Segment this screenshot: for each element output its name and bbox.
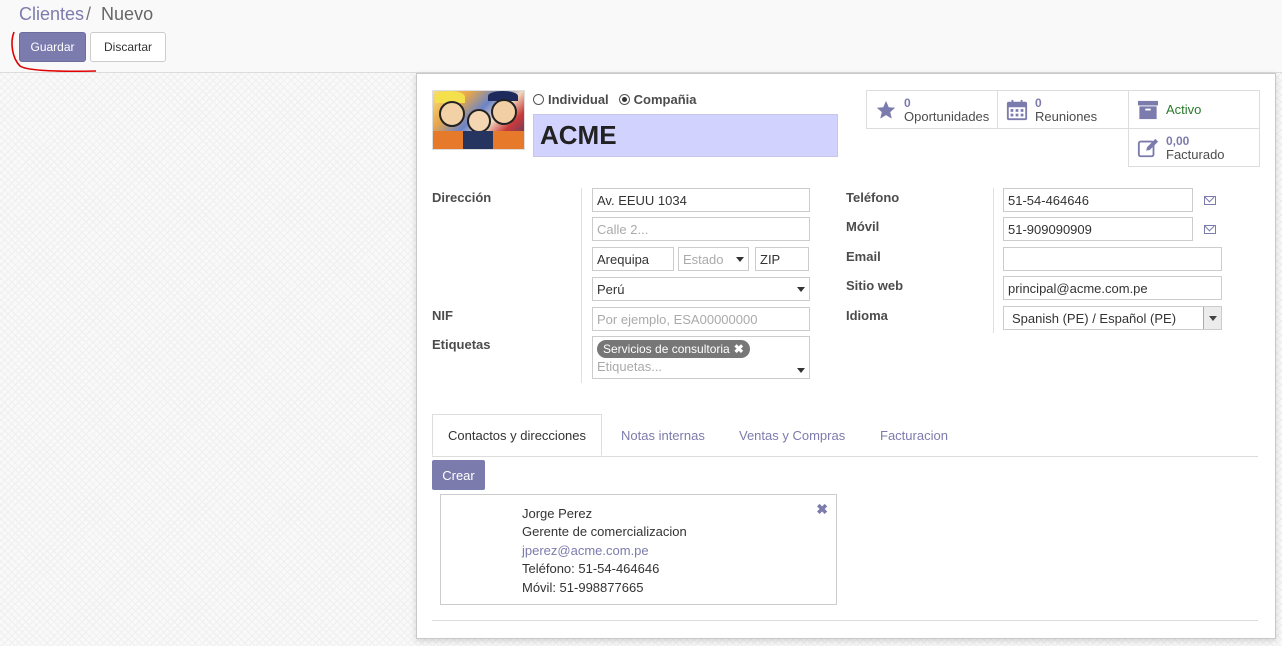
website-input[interactable]: principal@acme.com.pe xyxy=(1003,276,1222,300)
address-label: Dirección xyxy=(432,190,492,205)
opportunities-count: 0 xyxy=(904,95,911,110)
divider xyxy=(432,620,1258,621)
invoiced-stat-button[interactable]: 0,00 Facturado xyxy=(1128,128,1260,167)
language-label: Idioma xyxy=(846,308,888,323)
breadcrumb-separator: / xyxy=(86,4,92,24)
email-input[interactable] xyxy=(1003,247,1222,271)
discard-button[interactable]: Discartar xyxy=(90,32,166,62)
language-value: Spanish (PE) / Español (PE) xyxy=(1012,310,1177,326)
tag-remove-icon[interactable]: ✖ xyxy=(734,342,744,356)
contact-mobile: Móvil: 51-998877665 xyxy=(522,580,644,595)
radio-company[interactable]: Compañia xyxy=(618,92,697,107)
contact-name: Jorge Perez xyxy=(522,506,593,521)
active-toggle-button[interactable]: Activo xyxy=(1128,90,1260,129)
breadcrumb-current: Nuevo xyxy=(101,4,154,24)
phone-label: Teléfono xyxy=(846,190,900,205)
street2-input[interactable]: Calle 2... xyxy=(592,217,810,241)
meetings-stat-button[interactable]: 0 Reuniones xyxy=(997,90,1129,129)
state-placeholder: Estado xyxy=(683,251,724,267)
tag-chip-label: Servicios de consultoria xyxy=(603,342,730,356)
country-select[interactable]: Perú xyxy=(592,277,810,301)
tags-placeholder: Etiquetas... xyxy=(597,359,663,374)
edit-icon xyxy=(1136,137,1160,159)
form-sheet: Individual Compañia ACME 0 Oportunidades… xyxy=(416,73,1276,639)
contact-phone: Teléfono: 51-54-464646 xyxy=(522,561,660,576)
country-value: Perú xyxy=(597,281,625,297)
right-group-divider xyxy=(993,188,994,333)
zip-input[interactable]: ZIP xyxy=(755,247,809,271)
calendar-icon xyxy=(1005,99,1029,121)
create-contact-button[interactable]: Crear xyxy=(432,460,485,490)
tags-input[interactable]: Servicios de consultoria ✖ Etiquetas... xyxy=(592,336,810,379)
notebook-tabs: Contactos y direcciones Notas internas V… xyxy=(432,414,1258,457)
select-arrow-icon[interactable] xyxy=(1203,307,1221,329)
tag-chip: Servicios de consultoria ✖ xyxy=(597,340,750,358)
language-select[interactable]: Spanish (PE) / Español (PE) xyxy=(1003,306,1222,330)
email-label: Email xyxy=(846,249,881,264)
mobile-input[interactable]: 51-909090909 xyxy=(1003,217,1193,241)
partner-name-input[interactable]: ACME xyxy=(533,114,838,157)
mobile-label: Móvil xyxy=(846,219,880,234)
contact-card[interactable]: Jorge Perez Gerente de comercializacion … xyxy=(440,494,837,605)
chevron-down-icon xyxy=(797,368,805,373)
radio-company-label: Compañia xyxy=(633,92,697,107)
left-group-divider xyxy=(581,188,582,383)
contact-function: Gerente de comercializacion xyxy=(522,524,687,539)
tab-sales-purchases[interactable]: Ventas y Compras xyxy=(724,414,860,456)
breadcrumb: Clientes / Nuevo xyxy=(19,4,153,25)
save-button[interactable]: Guardar xyxy=(19,32,86,62)
website-label: Sitio web xyxy=(846,278,904,293)
tags-label: Etiquetas xyxy=(432,337,491,352)
radio-individual-label: Individual xyxy=(548,92,609,107)
tab-internal-notes[interactable]: Notas internas xyxy=(606,414,720,456)
control-panel: Clientes / Nuevo Guardar Discartar xyxy=(0,0,1282,73)
city-input[interactable]: Arequipa xyxy=(592,247,674,271)
opportunities-label: Oportunidades xyxy=(904,108,990,124)
envelope-icon[interactable] xyxy=(1204,225,1216,234)
street-input[interactable]: Av. EEUU 1034 xyxy=(592,188,810,212)
phone-input[interactable]: 51-54-464646 xyxy=(1003,188,1193,212)
envelope-icon[interactable] xyxy=(1204,196,1216,205)
opportunities-stat-button[interactable]: 0 Oportunidades xyxy=(866,90,998,129)
chevron-down-icon xyxy=(797,287,805,292)
chevron-down-icon xyxy=(736,257,744,262)
archive-icon xyxy=(1136,100,1160,120)
invoiced-label: Facturado xyxy=(1166,146,1225,162)
meetings-label: Reuniones xyxy=(1035,108,1098,124)
radio-individual-circle[interactable] xyxy=(533,94,544,105)
tab-contacts[interactable]: Contactos y direcciones xyxy=(432,414,603,456)
radio-individual[interactable]: Individual xyxy=(533,92,609,107)
active-label: Activo xyxy=(1166,101,1202,117)
partner-avatar-image[interactable] xyxy=(432,90,525,150)
close-icon[interactable]: ✖ xyxy=(816,501,828,518)
invoiced-amount: 0,00 xyxy=(1166,133,1190,148)
star-icon xyxy=(874,99,898,121)
vat-input[interactable]: Por ejemplo, ESA00000000 xyxy=(592,307,810,331)
radio-company-circle[interactable] xyxy=(618,94,630,105)
breadcrumb-clientes-link[interactable]: Clientes xyxy=(19,4,84,24)
tab-invoicing[interactable]: Facturacion xyxy=(865,414,963,456)
meetings-count: 0 xyxy=(1035,95,1042,110)
vat-label: NIF xyxy=(432,308,453,323)
company-type-radio-group: Individual Compañia xyxy=(533,92,697,107)
state-select[interactable]: Estado xyxy=(678,247,749,271)
contact-email-link[interactable]: jperez@acme.com.pe xyxy=(522,543,649,558)
